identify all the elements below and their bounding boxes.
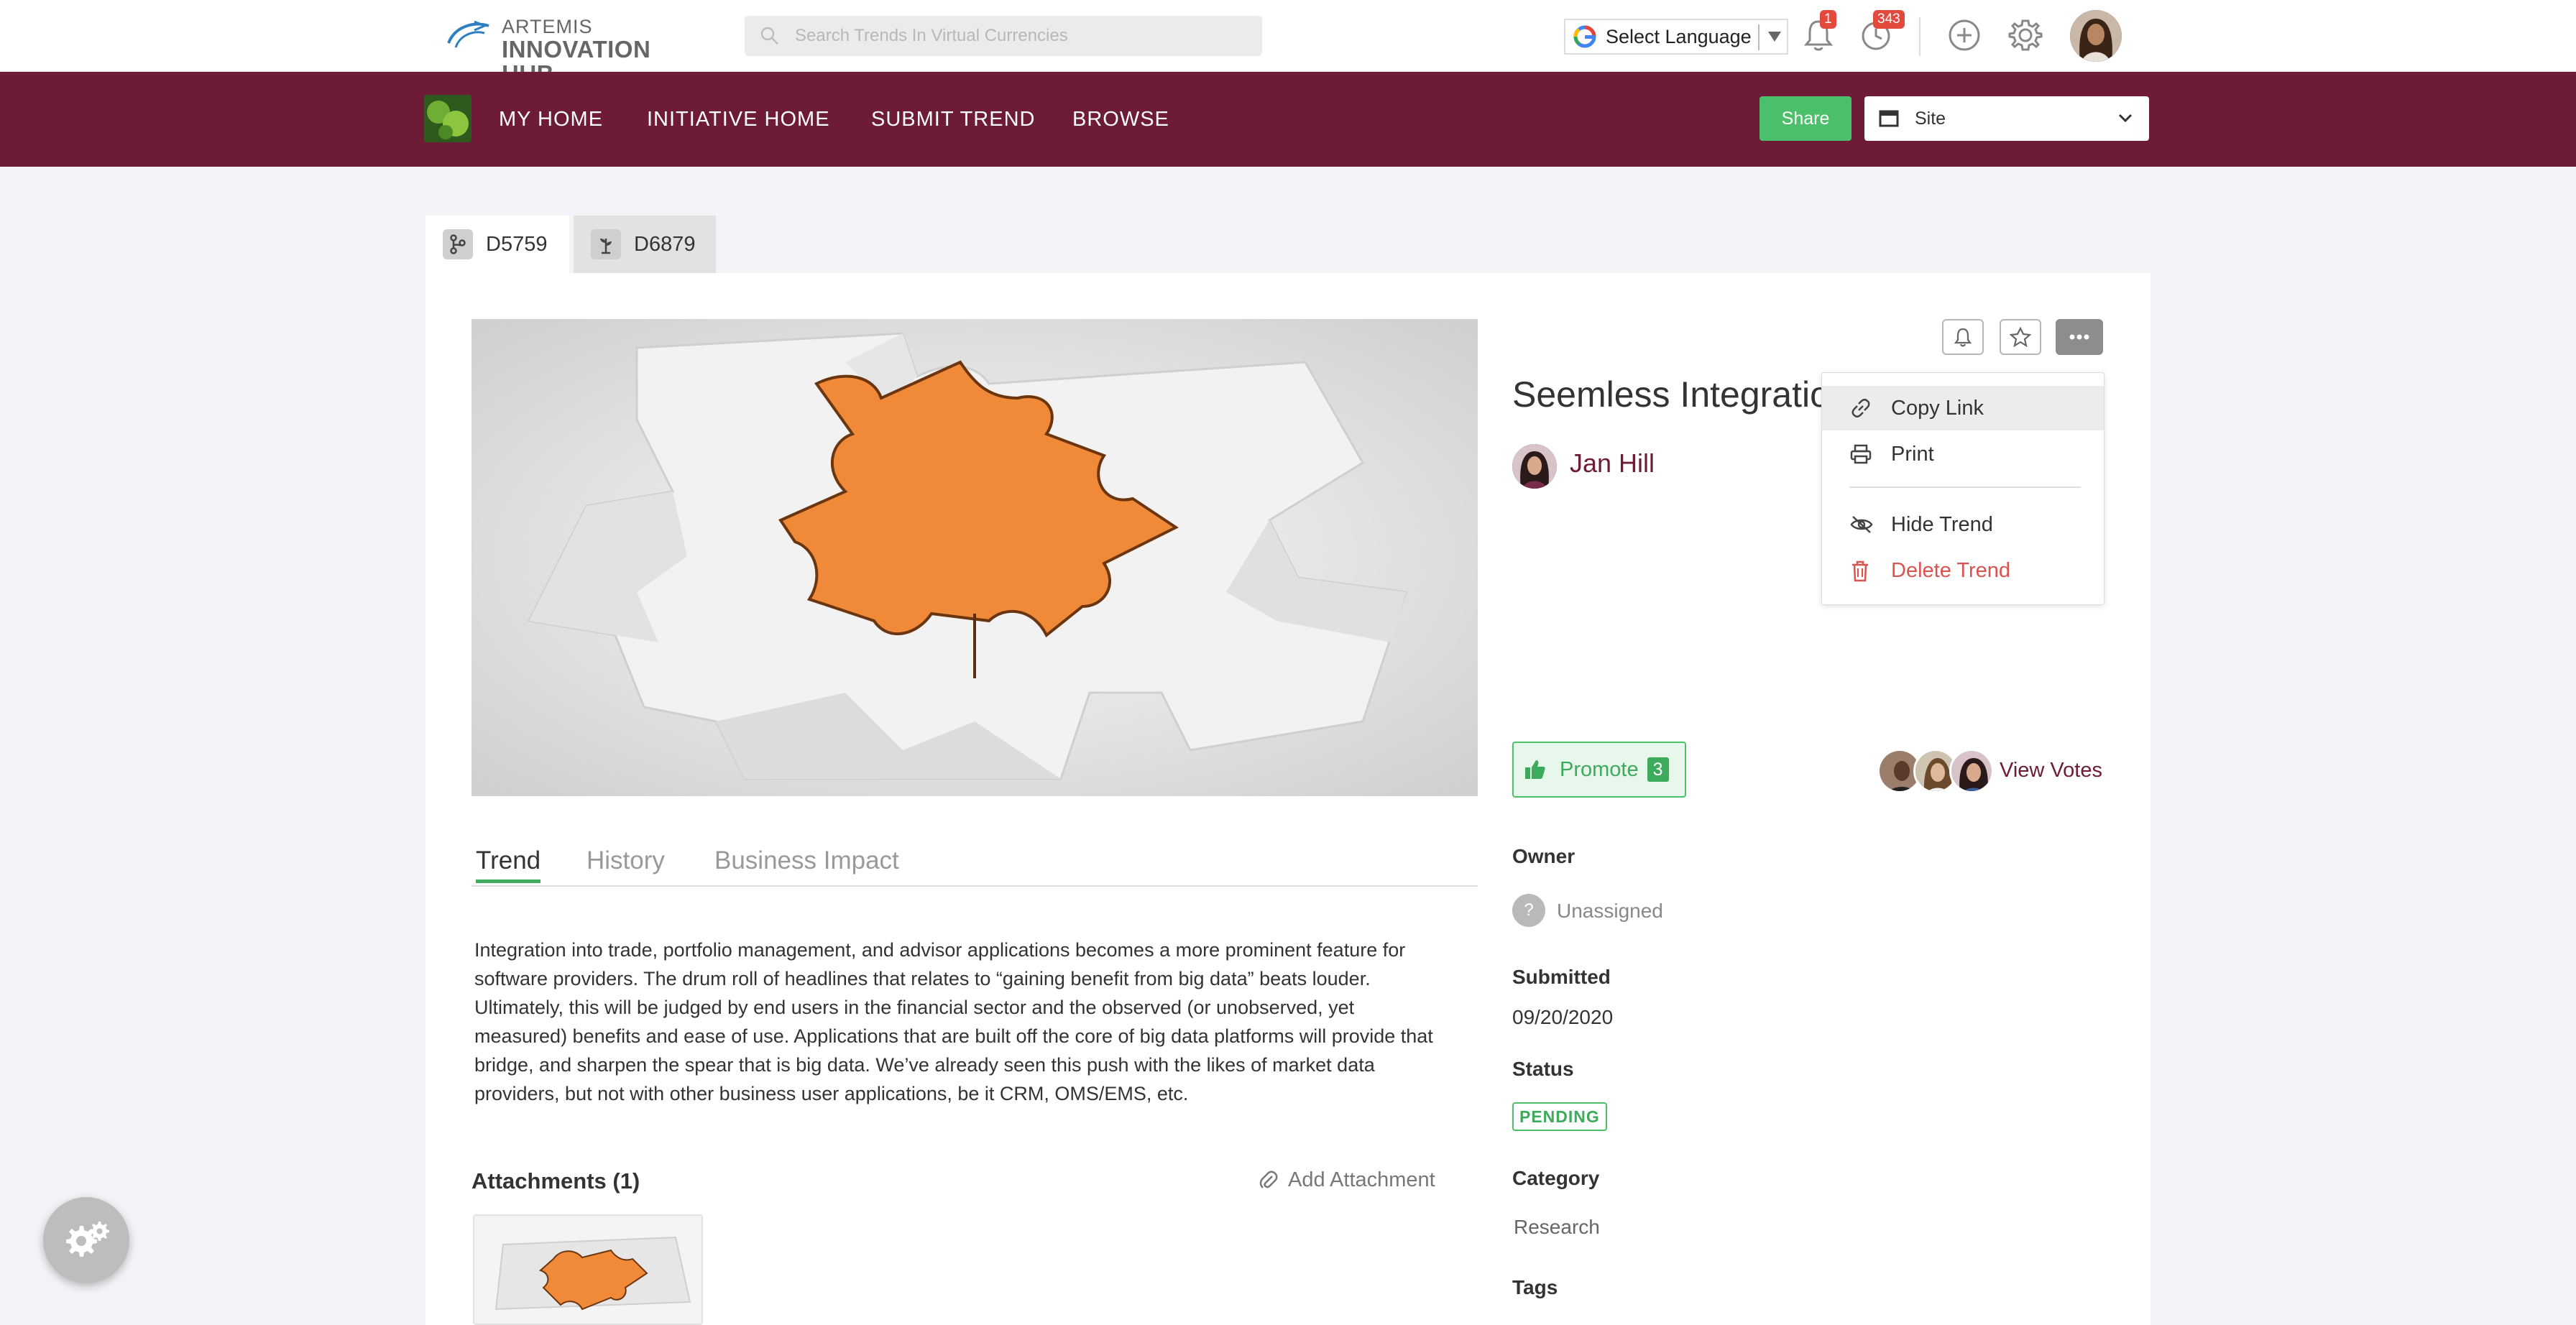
plant-icon — [591, 229, 621, 259]
status-badge: PENDING — [1512, 1102, 1607, 1131]
tab-trend[interactable]: Trend — [476, 842, 541, 883]
tab-d6879[interactable]: D6879 — [574, 216, 716, 273]
tab-business-impact[interactable]: Business Impact — [714, 842, 899, 880]
nav-initiative-home[interactable]: INITIATIVE HOME — [647, 106, 830, 132]
attachment-puzzle-image — [474, 1216, 702, 1324]
tab-d5759-label: D5759 — [486, 232, 548, 256]
nav-browse[interactable]: BROWSE — [1072, 106, 1169, 132]
promote-label: Promote — [1560, 757, 1639, 781]
menu-delete-trend[interactable]: Delete Trend — [1822, 548, 2104, 593]
notification-badge: 1 — [1820, 10, 1836, 29]
status-label: Status — [1512, 1058, 1574, 1080]
leaf-image — [424, 95, 472, 142]
language-selector[interactable]: Select Language — [1564, 19, 1788, 55]
gear-icon — [2008, 19, 2043, 51]
owner-label: Owner — [1512, 845, 1576, 867]
attachment-thumbnail[interactable] — [473, 1214, 703, 1325]
settings-button[interactable] — [2007, 16, 2044, 58]
trend-hero-image — [472, 319, 1478, 796]
menu-print-label: Print — [1891, 442, 1934, 466]
menu-hide-trend[interactable]: Hide Trend — [1822, 502, 2104, 547]
user-avatar[interactable] — [2070, 10, 2122, 62]
language-divider — [1758, 24, 1760, 50]
trend-title: Seemless Integration — [1512, 374, 1850, 415]
trash-icon — [1852, 560, 1868, 582]
app-logo[interactable]: ARTEMIS INNOVATION HUB — [446, 13, 704, 86]
gears-icon — [66, 1222, 109, 1257]
trend-description: Integration into trade, portfolio manage… — [474, 939, 1433, 1104]
add-attachment-button[interactable]: Add Attachment — [1259, 1168, 1435, 1192]
top-bar: ARTEMIS INNOVATION HUB Select Language 1 — [0, 0, 2576, 86]
tags-label: Tags — [1512, 1276, 1558, 1298]
bell-icon — [1954, 328, 1972, 347]
printer-icon — [1850, 444, 1872, 464]
toolbar-divider — [1919, 17, 1920, 56]
star-icon — [2010, 327, 2031, 347]
notifications-button[interactable]: 1 — [1803, 10, 1836, 57]
subscribe-button[interactable] — [1942, 319, 1984, 355]
menu-print[interactable]: Print — [1822, 432, 2104, 476]
language-label: Select Language — [1606, 25, 1752, 47]
menu-divider — [1849, 486, 2081, 488]
plus-circle-icon — [1949, 19, 1980, 51]
promote-count: 3 — [1647, 757, 1669, 782]
search-bar — [745, 16, 1262, 56]
user-avatar-image — [2070, 10, 2122, 62]
menu-hide-trend-label: Hide Trend — [1891, 512, 1993, 536]
add-attachment-label: Add Attachment — [1288, 1168, 1435, 1191]
branch-icon — [443, 229, 473, 259]
author-name[interactable]: Jan Hill — [1570, 448, 1655, 479]
puzzle-image — [472, 319, 1478, 796]
eye-off-icon — [1850, 516, 1873, 533]
search-input[interactable] — [795, 16, 1255, 56]
submitted-value: 09/20/2020 — [1512, 1006, 1614, 1028]
paperclip-icon — [1259, 1171, 1278, 1188]
window-icon — [1879, 110, 1899, 127]
caret-down-icon — [1768, 32, 1781, 42]
site-select[interactable]: Site — [1864, 96, 2149, 141]
view-votes-link[interactable]: View Votes — [2000, 759, 2102, 782]
floating-settings-button[interactable] — [43, 1197, 129, 1283]
activity-badge: 343 — [1873, 10, 1905, 29]
search-icon — [760, 27, 778, 45]
chevron-down-icon — [2118, 114, 2133, 123]
initiative-thumbnail[interactable] — [424, 95, 472, 142]
ellipsis-icon — [2069, 334, 2089, 340]
favorite-button[interactable] — [2000, 319, 2041, 355]
tab-d6879-label: D6879 — [634, 232, 696, 256]
add-button[interactable] — [1946, 16, 1982, 58]
menu-delete-trend-label: Delete Trend — [1891, 558, 2011, 582]
trend-tabs: Trend History Business Impact — [472, 842, 1478, 887]
attachments-heading: Attachments (1) — [472, 1168, 640, 1194]
tab-d5759[interactable]: D5759 — [426, 216, 569, 273]
google-icon — [1573, 25, 1596, 48]
category-value[interactable]: Research — [1514, 1216, 1600, 1239]
unassigned-icon: ? — [1512, 894, 1545, 927]
author-avatar[interactable] — [1512, 444, 1557, 489]
nav-my-home[interactable]: MY HOME — [499, 106, 603, 132]
activity-button[interactable]: 343 — [1857, 10, 1905, 57]
nav-submit-trend[interactable]: SUBMIT TREND — [871, 106, 1035, 132]
category-label: Category — [1512, 1167, 1600, 1189]
tab-history[interactable]: History — [586, 842, 665, 880]
main-nav: MY HOME INITIATIVE HOME SUBMIT TREND BRO… — [0, 72, 2576, 167]
menu-copy-link-label: Copy Link — [1891, 396, 1984, 420]
thumbs-up-icon — [1525, 760, 1545, 779]
link-icon — [1852, 398, 1870, 418]
logo-swoosh-icon — [447, 20, 489, 48]
submitted-label: Submitted — [1512, 966, 1611, 988]
logo-line1: ARTEMIS — [502, 16, 593, 37]
more-options-menu: Copy Link Print Hide Trend Delete Trend — [1821, 372, 2104, 605]
site-select-label: Site — [1915, 108, 1946, 129]
voter-avatar[interactable] — [1949, 749, 1994, 793]
promote-button[interactable]: Promote 3 — [1512, 742, 1686, 798]
menu-copy-link[interactable]: Copy Link — [1822, 386, 2104, 430]
share-button[interactable]: Share — [1760, 96, 1852, 141]
more-options-button[interactable] — [2056, 319, 2103, 355]
owner-value[interactable]: Unassigned — [1557, 900, 1663, 923]
